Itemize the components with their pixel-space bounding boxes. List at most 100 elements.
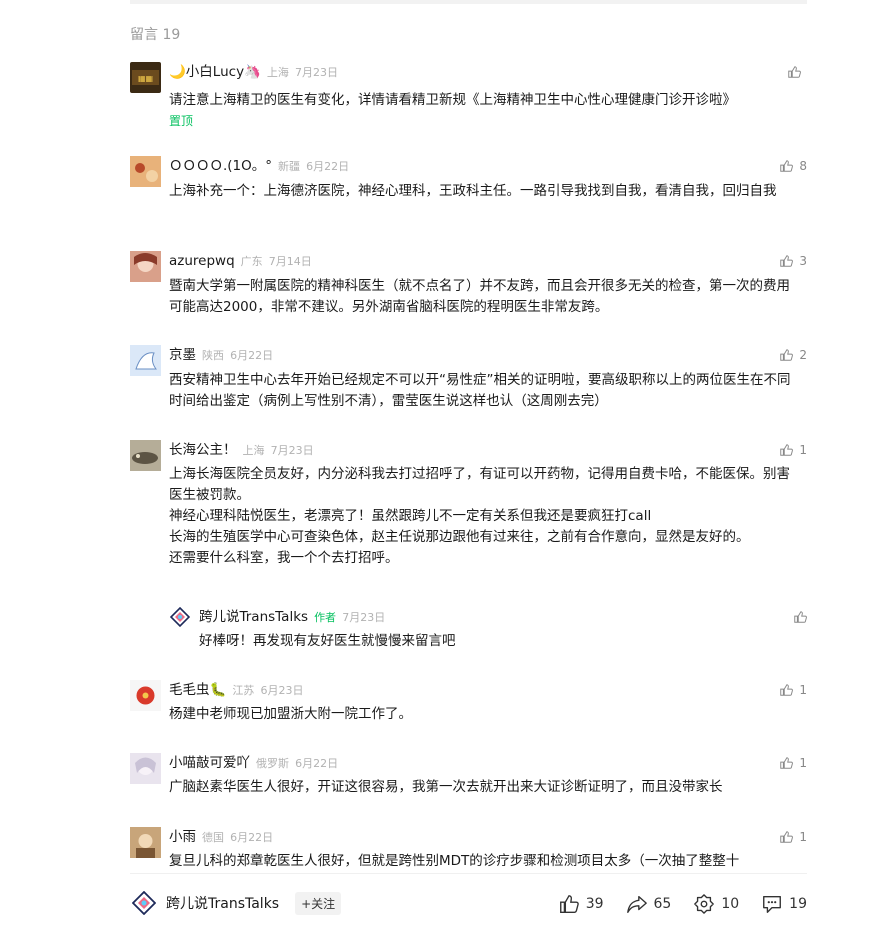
thumbs-up-icon (788, 66, 801, 78)
brand-logo-icon (169, 606, 191, 628)
avatar[interactable] (130, 680, 161, 711)
share-icon (626, 895, 647, 913)
like-article-button[interactable]: 39 (558, 893, 604, 915)
share-count: 65 (653, 896, 672, 912)
comment-text: 复旦儿科的郑章乾医生人很好，但就是跨性别MDT的诊疗步骤和检测项目太多（一次抽了… (169, 853, 740, 869)
commenter-name[interactable]: 小喵敲可爱吖 (169, 755, 250, 771)
like-button[interactable]: 1 (779, 827, 807, 847)
like-button[interactable]: 1 (779, 680, 807, 700)
share-button[interactable]: 65 (626, 893, 672, 915)
avatar[interactable] (169, 606, 191, 628)
follow-button[interactable]: +关注 (295, 891, 342, 915)
author-tag: 作者 (314, 611, 337, 624)
comment-location: 上海 (266, 66, 289, 79)
thumbs-up-icon (780, 349, 794, 361)
wow-count: 10 (721, 896, 740, 912)
comment-item: 长海公主！ 上海 7月23日 1 上海长海医院全员友好，内分泌科我去打过招呼了，有… (130, 440, 807, 600)
comment-date: 6月22日 (230, 831, 274, 844)
replier-name[interactable]: 跨儿说TransTalks (199, 609, 308, 625)
avatar[interactable] (130, 440, 161, 471)
comment-text: 暨南大学第一附属医院的精神科医生（就不点名了）并不友跨，而且会开很多无关的检查，… (169, 278, 790, 315)
like-button[interactable]: 3 (779, 251, 807, 271)
comment-location: 江苏 (232, 684, 255, 697)
wow-button[interactable]: 10 (693, 893, 739, 915)
commenter-name[interactable]: 毛毛虫🐛 (169, 682, 226, 698)
like-count: 1 (799, 683, 807, 697)
commenter-name[interactable]: 长海公主！ (169, 442, 237, 458)
comment-item: ▦▦ 🌙小白Lucy🦄 上海 7月23日 请注意上海精卫的医生有变化，详情请看精卫… (130, 62, 807, 132)
bottom-action-bar: 跨儿说TransTalks +关注 39 65 10 19 (130, 873, 807, 927)
comment-icon (763, 895, 782, 913)
comment-line: 长海的生殖医学中心可查染色体，赵主任说那边跟他有过来往，之前有合作意向，显然是友… (169, 529, 750, 545)
thumbs-up-icon (780, 444, 794, 456)
like-count: 2 (799, 348, 807, 362)
comment-text: 西安精神卫生中心去年开始已经规定不可以开“易性症”相关的证明啦，要高级职称以上的… (169, 372, 791, 409)
commenter-name[interactable]: ＯＯＯＯ.(1О。° (169, 158, 272, 174)
like-count: 39 (585, 896, 604, 912)
avatar[interactable] (130, 827, 161, 858)
comment-item: 毛毛虫🐛 江苏 6月23日 1 杨建中老师现已加盟浙大附一院工作了。 (130, 680, 807, 730)
comment-item: 京墨 陕西 6月22日 2 西安精神卫生中心去年开始已经规定不可以开“易性症”相关… (130, 345, 807, 415)
comment-item: azurepwq 广东 7月14日 3 暨南大学第一附属医院的精神科医生（就不点名… (130, 251, 807, 321)
comment-date: 7月23日 (270, 444, 314, 457)
like-button[interactable] (793, 607, 807, 627)
comment-item: ＯＯＯＯ.(1О。° 新疆 6月22日 8 上海补充一个：上海德济医院，神经心理科… (130, 156, 807, 226)
like-count: 8 (799, 159, 807, 173)
avatar[interactable] (130, 345, 161, 376)
like-button[interactable]: 1 (779, 440, 807, 460)
comment-text: 杨建中老师现已加盟浙大附一院工作了。 (169, 706, 412, 722)
avatar[interactable] (130, 156, 161, 187)
account-name[interactable]: 跨儿说TransTalks (166, 893, 279, 913)
comment-line: 上海长海医院全员友好，内分泌科我去打过招呼了，有证可以开药物，记得用自费卡哈，不… (169, 466, 790, 503)
comment-button[interactable]: 19 (761, 893, 807, 915)
commenter-name[interactable]: 🌙小白Lucy🦄 (169, 64, 261, 80)
comment-date: 6月22日 (230, 349, 274, 362)
thumbs-up-icon (780, 160, 794, 172)
brand-logo-icon (132, 891, 156, 915)
thumbs-up-icon (780, 757, 794, 769)
account-brand[interactable]: 跨儿说TransTalks +关注 (132, 891, 342, 915)
article-actions: 39 65 10 19 (558, 893, 807, 915)
like-button[interactable] (787, 62, 807, 82)
commenter-name[interactable]: 京墨 (169, 347, 196, 363)
avatar[interactable] (130, 251, 161, 282)
comment-text: 请注意上海精卫的医生有变化，详情请看精卫新规《上海精神卫生中心性心理健康门诊开诊… (169, 92, 736, 108)
wow-icon (694, 894, 715, 914)
comments-count-title: 留言 19 (130, 27, 181, 43)
comment-line: 还需要什么科室，我一个个去打招呼。 (169, 550, 399, 566)
reply-date: 7月23日 (342, 611, 386, 624)
comment-location: 新疆 (278, 160, 301, 173)
avatar[interactable] (130, 753, 161, 784)
comment-text: 广脑赵素华医生人很好，开证这很容易，我第一次去就开出来大证诊断证明了，而且没带家… (169, 779, 723, 795)
thumbs-up-icon (559, 895, 579, 913)
commenter-name[interactable]: azurepwq (169, 253, 235, 269)
like-button[interactable]: 2 (779, 345, 807, 365)
thumbs-up-icon (794, 611, 807, 623)
svg-text:▦▦: ▦▦ (138, 74, 153, 83)
like-button[interactable]: 8 (779, 156, 807, 176)
author-reply: 跨儿说TransTalks 作者 7月23日 好棒呀！再发现有友好医生就慢慢来留言… (169, 606, 807, 657)
avatar[interactable]: ▦▦ (130, 62, 161, 93)
like-count: 1 (799, 830, 807, 844)
commenter-name[interactable]: 小雨 (169, 829, 196, 845)
thumbs-up-icon (780, 831, 794, 843)
like-button[interactable]: 1 (779, 753, 807, 773)
top-divider (130, 0, 807, 4)
reply-text: 好棒呀！再发现有友好医生就慢慢来留言吧 (199, 633, 456, 649)
comment-item: 小喵敲可爱吖 俄罗斯 6月22日 1 广脑赵素华医生人很好，开证这很容易，我第一次… (130, 753, 807, 803)
thumbs-up-icon (780, 255, 794, 267)
comment-date: 6月23日 (260, 684, 304, 697)
like-count: 1 (799, 756, 807, 770)
comment-line: 神经心理科陆悦医生，老漂亮了！虽然跟跨儿不一定有关系但我还是要疯狂打call (169, 508, 652, 524)
comment-location: 俄罗斯 (256, 757, 289, 770)
pinned-badge: 置顶 (169, 114, 194, 128)
comment-count: 19 (789, 896, 807, 912)
comment-text: 上海补充一个：上海德济医院，神经心理科，王政科主任。一路引导我找到自我，看清自我… (169, 183, 777, 199)
comment-location: 广东 (240, 255, 263, 268)
comment-text: 上海长海医院全员友好，内分泌科我去打过招呼了，有证可以开药物，记得用自费卡哈，不… (169, 464, 800, 569)
comment-header: 🌙小白Lucy🦄 上海 7月23日 (169, 62, 338, 93)
comment-location: 陕西 (202, 349, 224, 362)
like-count: 3 (799, 254, 807, 268)
comment-date: 7月23日 (295, 66, 339, 79)
comment-date: 6月22日 (295, 757, 339, 770)
